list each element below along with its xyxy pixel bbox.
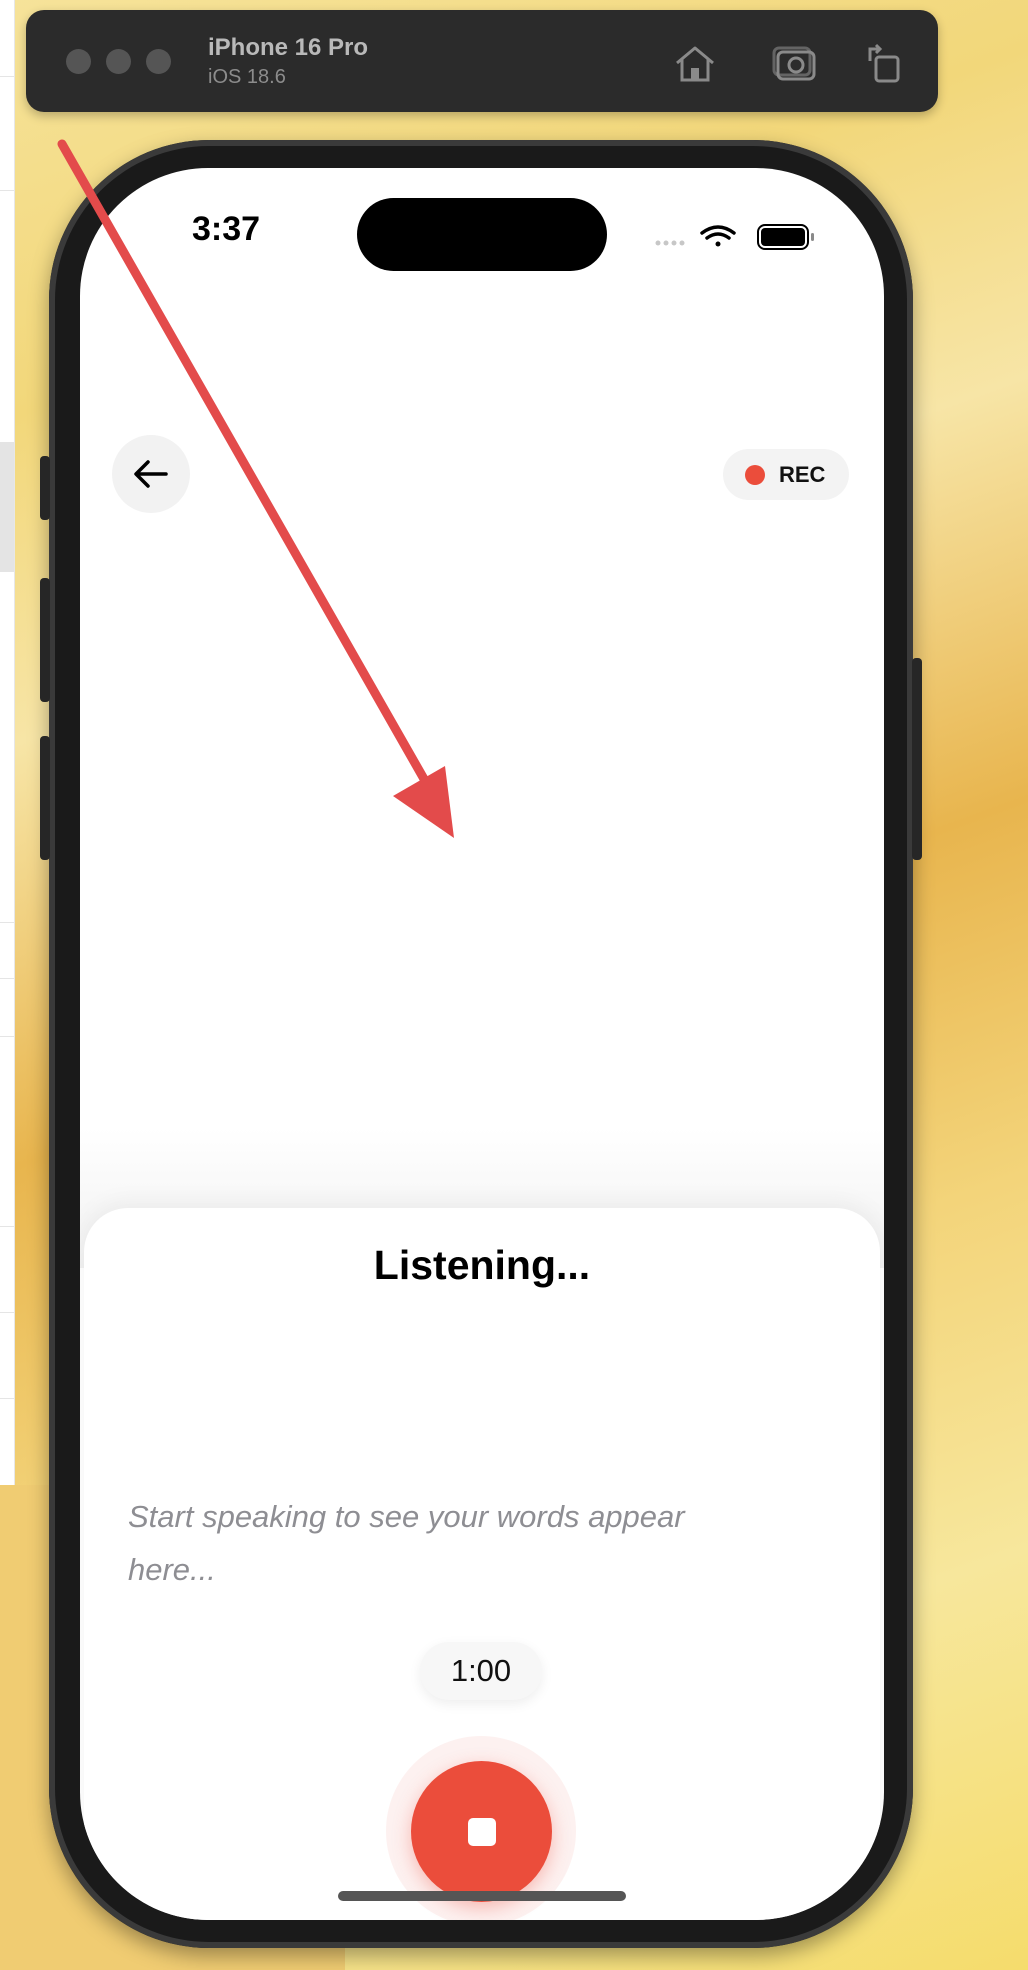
- os-version: iOS 18.6: [208, 66, 286, 88]
- volume-up-button: [40, 578, 50, 702]
- home-indicator[interactable]: [338, 1891, 626, 1901]
- background-window: [0, 0, 15, 1485]
- arrow-left-icon: [134, 460, 168, 488]
- screenshot-icon[interactable]: [772, 43, 818, 83]
- recording-timer: 1:00: [420, 1642, 542, 1700]
- recording-indicator: REC: [723, 449, 849, 500]
- dynamic-island: [357, 198, 607, 271]
- close-window-button[interactable]: [66, 49, 91, 74]
- record-dot-icon: [745, 464, 765, 485]
- device-name: iPhone 16 Pro: [208, 34, 369, 61]
- wifi-icon: [700, 225, 736, 247]
- home-icon[interactable]: [672, 43, 718, 83]
- back-button[interactable]: [112, 435, 190, 513]
- simulator-title-bar: iPhone 16 Pro iOS 18.6: [26, 10, 938, 112]
- transcript-placeholder: Start speaking to see your words appear …: [128, 1499, 685, 1587]
- rotate-icon[interactable]: [862, 43, 908, 83]
- action-button: [40, 456, 50, 520]
- minimize-window-button[interactable]: [106, 49, 131, 74]
- cellular-icon: [655, 240, 685, 246]
- stop-icon: [467, 1817, 496, 1846]
- battery-icon: [757, 224, 814, 250]
- zoom-window-button[interactable]: [146, 49, 171, 74]
- volume-down-button: [40, 736, 50, 860]
- status-icons: [655, 224, 814, 250]
- listening-title: Listening...: [373, 1242, 591, 1288]
- stop-recording-button[interactable]: [411, 1761, 552, 1902]
- rec-label: REC: [779, 461, 826, 487]
- status-time: 3:37: [192, 210, 261, 248]
- phone-screen: 3:37 REC Listening... Start speaking to …: [80, 168, 884, 1920]
- power-button: [912, 658, 922, 860]
